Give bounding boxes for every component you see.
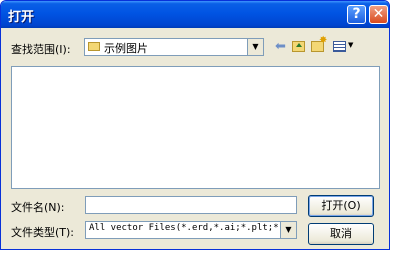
filetype-label: 文件类型(T): xyxy=(11,226,75,239)
up-folder-icon[interactable] xyxy=(292,41,305,52)
view-menu-chevron-icon[interactable]: ▼ xyxy=(348,41,353,49)
back-icon[interactable]: ⬅ xyxy=(275,39,286,55)
new-folder-star-icon: ✸ xyxy=(319,35,328,46)
open-button[interactable]: 打开(O) xyxy=(308,195,374,217)
lookin-value: 示例图片 xyxy=(104,42,148,55)
chevron-down-icon[interactable]: ▼ xyxy=(247,39,263,55)
close-icon[interactable]: ✕ xyxy=(369,5,388,24)
file-list[interactable] xyxy=(11,66,380,189)
lookin-label: 查找范围(I): xyxy=(11,43,71,56)
help-icon[interactable]: ? xyxy=(347,5,366,24)
cancel-button[interactable]: 取消 xyxy=(308,223,374,245)
filetype-dropdown[interactable]: All vector Files(*.erd,*.ai;*.plt;*. ▼ xyxy=(85,221,297,239)
view-menu-icon[interactable] xyxy=(333,41,346,52)
window-title: 打开 xyxy=(8,10,35,25)
title-bar[interactable]: 打开 ? ✕ xyxy=(1,1,389,28)
folder-icon xyxy=(88,42,100,51)
open-dialog: 打开 ? ✕ 查找范围(I): 示例图片 ▼ ⬅ ✸ ▼ 文件名(N): 文件类… xyxy=(0,0,390,250)
chevron-down-icon[interactable]: ▼ xyxy=(280,222,296,238)
filetype-value: All vector Files(*.erd,*.ai;*.plt;*. xyxy=(89,223,285,233)
lookin-dropdown[interactable]: 示例图片 ▼ xyxy=(84,38,264,56)
filename-input[interactable] xyxy=(85,196,297,214)
filename-label: 文件名(N): xyxy=(11,201,65,214)
